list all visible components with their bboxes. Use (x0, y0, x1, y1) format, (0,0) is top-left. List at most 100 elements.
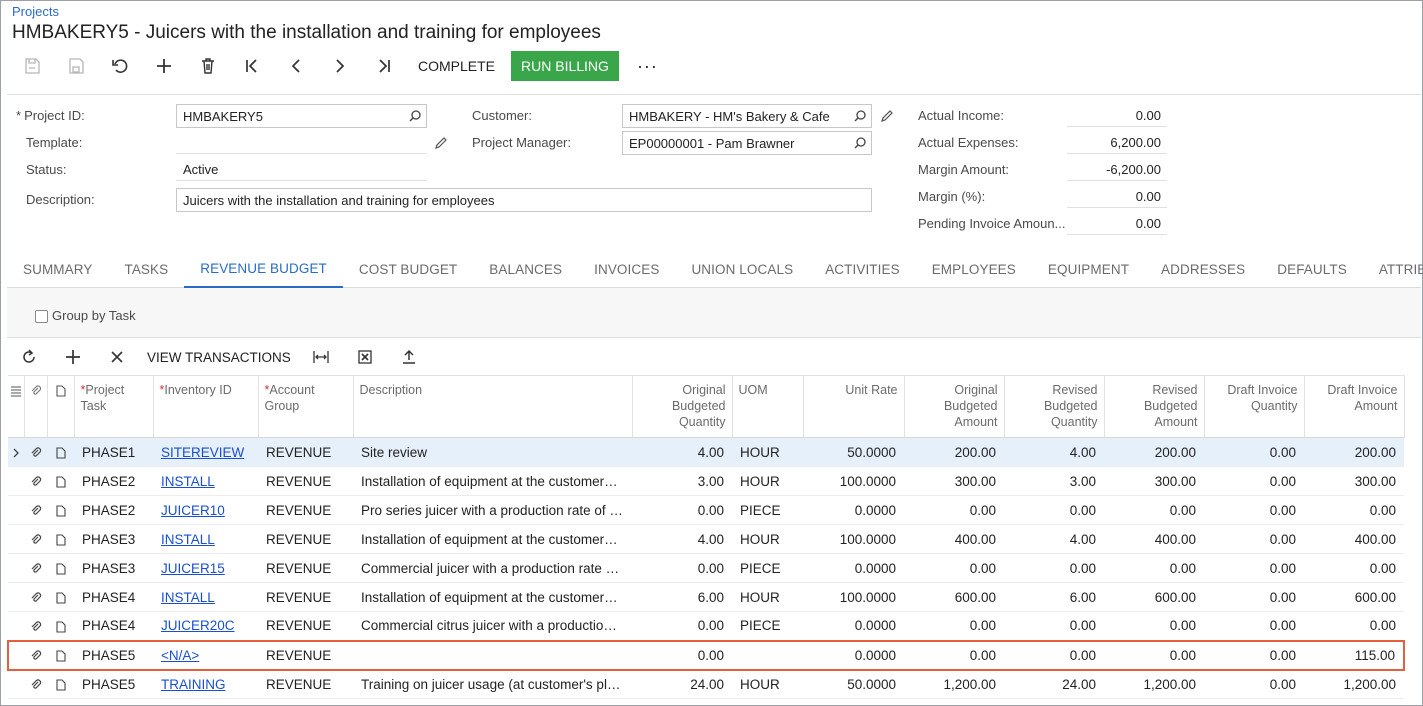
cell-original-budgeted-quantity[interactable]: 4.00 (632, 437, 732, 467)
col-draft-invoice-amount[interactable]: Draft Invoice Amount (1304, 375, 1405, 438)
row-selector[interactable] (8, 466, 24, 496)
cell-revised-budgeted-amount[interactable]: 1,200.00 (1104, 669, 1204, 699)
cell-original-budgeted-quantity[interactable]: 6.00 (632, 582, 732, 612)
inventory-id-link[interactable]: INSTALL (161, 590, 215, 605)
cell-draft-invoice-amount[interactable]: 0.00 (1304, 611, 1404, 641)
cell-revised-budgeted-amount[interactable]: 400.00 (1104, 524, 1204, 554)
col-revised-budgeted-quantity[interactable]: Revised Budgeted Quantity (1004, 375, 1105, 438)
add-icon[interactable] (142, 50, 186, 82)
cell-original-budgeted-amount[interactable]: 300.00 (904, 466, 1004, 496)
cell-account-group[interactable]: REVENUE (258, 466, 353, 496)
cell-draft-invoice-amount[interactable]: 300.00 (1304, 466, 1404, 496)
row-selector[interactable] (8, 582, 24, 612)
table-row[interactable]: PHASE5 TRAINING REVENUE Training on juicer … (8, 669, 1404, 699)
note-icon[interactable] (47, 553, 74, 583)
cell-inventory-id[interactable]: INSTALL (153, 524, 258, 554)
tab-tasks[interactable]: TASKS (108, 250, 184, 288)
cell-unit-rate[interactable]: 100.0000 (803, 582, 904, 612)
cell-revised-budgeted-quantity[interactable]: 0.00 (1004, 611, 1104, 641)
cell-uom[interactable]: HOUR (732, 437, 803, 467)
cell-description[interactable]: Installation of equipment at the custome… (353, 582, 632, 612)
tab-invoices[interactable]: INVOICES (578, 250, 675, 288)
cell-revised-budgeted-amount[interactable]: 0.00 (1104, 495, 1204, 525)
row-selector[interactable] (8, 437, 24, 467)
cell-original-budgeted-quantity[interactable]: 3.00 (632, 466, 732, 496)
attachment-icon[interactable] (24, 466, 47, 496)
cell-original-budgeted-quantity[interactable]: 0.00 (632, 553, 732, 583)
col-original-budgeted-amount[interactable]: Original Budgeted Amount (904, 375, 1005, 438)
attachment-icon[interactable] (24, 437, 47, 467)
cell-inventory-id[interactable]: JUICER15 (153, 553, 258, 583)
cell-draft-invoice-quantity[interactable]: 0.00 (1204, 582, 1304, 612)
attachment-icon[interactable] (24, 524, 47, 554)
cell-draft-invoice-quantity[interactable]: 0.00 (1204, 524, 1304, 554)
cell-project-task[interactable]: PHASE4 (74, 582, 153, 612)
group-by-task-checkbox[interactable] (35, 310, 48, 323)
attachment-icon[interactable] (24, 553, 47, 583)
row-selector[interactable] (8, 669, 24, 699)
search-icon[interactable] (408, 109, 422, 123)
cell-revised-budgeted-quantity[interactable]: 3.00 (1004, 466, 1104, 496)
cell-project-task[interactable]: PHASE4 (74, 611, 153, 641)
cell-draft-invoice-quantity[interactable]: 0.00 (1204, 611, 1304, 641)
note-icon[interactable] (47, 495, 74, 525)
cell-revised-budgeted-quantity[interactable]: 6.00 (1004, 582, 1104, 612)
tab-addresses[interactable]: ADDRESSES (1145, 250, 1261, 288)
cell-account-group[interactable]: REVENUE (258, 495, 353, 525)
attachment-icon[interactable] (24, 639, 47, 671)
inventory-id-link[interactable]: JUICER20C (161, 618, 235, 633)
save-close-icon[interactable] (10, 50, 54, 82)
cell-account-group[interactable]: REVENUE (258, 582, 353, 612)
first-record-icon[interactable] (230, 50, 274, 82)
breadcrumb[interactable]: Projects (12, 4, 59, 19)
cell-draft-invoice-quantity[interactable]: 0.00 (1204, 669, 1304, 699)
complete-button[interactable]: COMPLETE (408, 51, 505, 81)
cell-revised-budgeted-amount[interactable]: 300.00 (1104, 466, 1204, 496)
table-row[interactable]: PHASE1 SITEREVIEW REVENUE Site review 4.00 HO… (8, 437, 1404, 467)
row-selector[interactable] (8, 524, 24, 554)
cell-original-budgeted-quantity[interactable]: 0.00 (632, 639, 732, 671)
cell-project-task[interactable]: PHASE3 (74, 553, 153, 583)
cell-uom[interactable] (732, 639, 803, 671)
project-id-field[interactable]: HMBAKERY5 (176, 104, 427, 128)
cell-uom[interactable]: HOUR (732, 524, 803, 554)
cell-description[interactable]: Commercial juicer with a production rate… (353, 553, 632, 583)
cell-project-task[interactable]: PHASE2 (74, 466, 153, 496)
cell-revised-budgeted-amount[interactable]: 0.00 (1104, 639, 1204, 671)
row-selector[interactable] (7, 639, 24, 671)
cell-original-budgeted-quantity[interactable]: 0.00 (632, 611, 732, 641)
attachment-icon[interactable] (24, 669, 47, 699)
note-icon[interactable] (47, 466, 74, 496)
cell-account-group[interactable]: REVENUE (258, 553, 353, 583)
cell-original-budgeted-amount[interactable]: 200.00 (904, 437, 1004, 467)
edit-icon[interactable] (434, 136, 448, 150)
cell-description[interactable]: Installation of equipment at the custome… (353, 524, 632, 554)
cell-original-budgeted-amount[interactable]: 1,200.00 (904, 669, 1004, 699)
inventory-id-link[interactable]: JUICER15 (161, 561, 225, 576)
cell-draft-invoice-quantity[interactable]: 0.00 (1204, 495, 1304, 525)
cell-unit-rate[interactable]: 0.0000 (803, 553, 904, 583)
col-original-budgeted-quantity[interactable]: Original Budgeted Quantity (632, 375, 733, 438)
cell-inventory-id[interactable]: JUICER10 (153, 495, 258, 525)
cell-original-budgeted-amount[interactable]: 0.00 (904, 611, 1004, 641)
last-record-icon[interactable] (362, 50, 406, 82)
table-row[interactable]: PHASE4 INSTALL REVENUE Installation of equi… (8, 582, 1404, 612)
run-billing-button[interactable]: RUN BILLING (511, 51, 619, 81)
col-draft-invoice-quantity[interactable]: Draft Invoice Quantity (1204, 375, 1305, 438)
inventory-id-link[interactable]: INSTALL (161, 474, 215, 489)
cell-draft-invoice-amount[interactable]: 0.00 (1304, 495, 1404, 525)
search-icon[interactable] (853, 109, 867, 123)
cell-draft-invoice-amount[interactable]: 400.00 (1304, 524, 1404, 554)
cell-account-group[interactable]: REVENUE (258, 524, 353, 554)
note-icon[interactable] (47, 669, 74, 699)
delete-row-icon[interactable] (95, 342, 139, 372)
cell-original-budgeted-quantity[interactable]: 0.00 (632, 495, 732, 525)
cell-unit-rate[interactable]: 0.0000 (803, 639, 904, 671)
description-field[interactable]: Juicers with the installation and traini… (176, 188, 872, 212)
cell-revised-budgeted-quantity[interactable]: 4.00 (1004, 437, 1104, 467)
table-row[interactable]: PHASE2 INSTALL REVENUE Installation of equi… (8, 466, 1404, 496)
cell-project-task[interactable]: PHASE3 (74, 524, 153, 554)
export-excel-icon[interactable] (343, 342, 387, 372)
cell-unit-rate[interactable]: 0.0000 (803, 611, 904, 641)
table-row[interactable]: PHASE4 JUICER20C REVENUE Commercial citrus … (8, 611, 1404, 641)
